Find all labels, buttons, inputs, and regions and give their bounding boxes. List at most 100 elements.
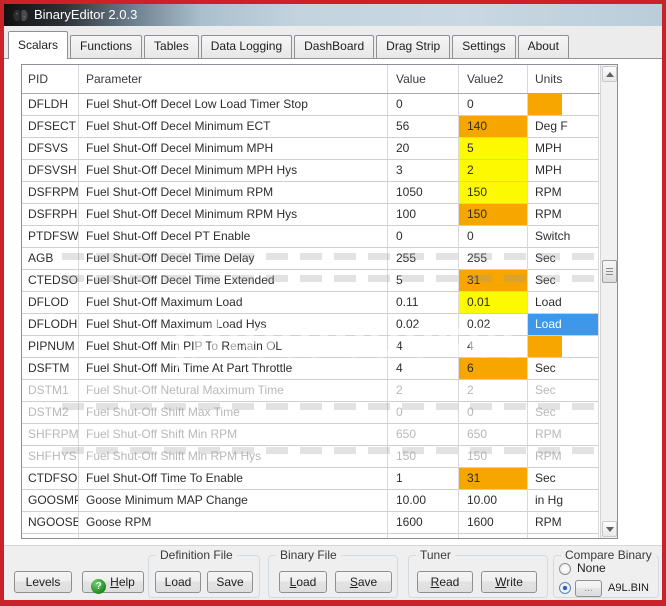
cell-value[interactable]: 42.00 — [388, 534, 459, 538]
cell-parameter[interactable]: Fuel Shut-Off Shift Max Time — [79, 402, 388, 424]
cell-parameter[interactable]: Fuel Shut-Off Decel Minimum MPH — [79, 138, 388, 160]
tab-about[interactable]: About — [517, 35, 569, 58]
definition-load-button[interactable]: Load — [155, 571, 201, 593]
cell-units[interactable] — [528, 94, 599, 116]
tuner-read-button[interactable]: Read — [417, 571, 473, 593]
table-row[interactable]: DSFRPH Fuel Shut-Off Decel Minimum RPM H… — [22, 204, 617, 226]
tab-tables[interactable]: Tables — [144, 35, 199, 58]
cell-units[interactable]: Sec — [528, 270, 599, 292]
cell-value[interactable]: 4 — [388, 336, 459, 358]
cell-pid[interactable]: DSFRPM — [22, 182, 79, 204]
table-row[interactable]: DFLOD Fuel Shut-Off Maximum Load 0.11 0.… — [22, 292, 617, 314]
cell-value2[interactable]: 140 — [459, 116, 528, 138]
tab-data-logging[interactable]: Data Logging — [200, 35, 293, 58]
cell-value2[interactable]: 42.00 — [459, 534, 528, 538]
cell-units[interactable]: RPM — [528, 182, 599, 204]
table-row[interactable]: SHFHYS Fuel Shut-Off Shift Min RPM Hys 1… — [22, 446, 617, 468]
cell-parameter[interactable]: Fuel Shut-Off Maximum Load Hys — [79, 314, 388, 336]
cell-value2[interactable]: 0 — [459, 94, 528, 116]
cell-units[interactable]: in Hg — [528, 490, 599, 512]
table-row[interactable]: CTDFSO Fuel Shut-Off Time To Enable 1 31… — [22, 468, 617, 490]
cell-pid[interactable]: DFLDH — [22, 94, 79, 116]
cell-parameter[interactable]: Fuel Shut-Off Decel Low Load Timer Stop — [79, 94, 388, 116]
tab-functions[interactable]: Functions — [70, 35, 143, 58]
cell-units[interactable]: Sec — [528, 468, 599, 490]
cell-units[interactable]: RPM — [528, 512, 599, 534]
table-row[interactable]: DFLDH Fuel Shut-Off Decel Low Load Timer… — [22, 94, 617, 116]
cell-value[interactable]: 100 — [388, 204, 459, 226]
header-value2[interactable]: Value2 — [459, 65, 528, 93]
cell-value[interactable]: 56 — [388, 116, 459, 138]
cell-value2[interactable]: 5 — [459, 138, 528, 160]
vertical-scrollbar[interactable] — [600, 65, 617, 538]
cell-pid[interactable]: DFSVS — [22, 138, 79, 160]
cell-value[interactable]: 650 — [388, 424, 459, 446]
table-row[interactable]: DSTM2 Fuel Shut-Off Shift Max Time 0 0 S… — [22, 402, 617, 424]
cell-value2[interactable]: 31 — [459, 270, 528, 292]
header-value[interactable]: Value — [388, 65, 459, 93]
table-row[interactable]: GOOSMP Goose Minimum MAP Change 10.00 10… — [22, 490, 617, 512]
cell-value2[interactable]: 150 — [459, 446, 528, 468]
title-bar[interactable]: BinaryEditor 2.0.3 — [4, 4, 662, 26]
cell-pid[interactable]: NGOOSE — [22, 512, 79, 534]
header-pid[interactable]: PID — [22, 65, 79, 93]
header-units[interactable]: Units — [528, 65, 599, 93]
cell-value2[interactable]: 6 — [459, 358, 528, 380]
cell-parameter[interactable]: Goose RPM — [79, 512, 388, 534]
cell-units[interactable]: Switch — [528, 226, 599, 248]
cell-pid[interactable]: DSFTM — [22, 358, 79, 380]
cell-pid[interactable]: DSTM1 — [22, 380, 79, 402]
cell-value2[interactable]: 0.02 — [459, 314, 528, 336]
cell-units[interactable]: MPH — [528, 138, 599, 160]
cell-value[interactable]: 150 — [388, 446, 459, 468]
cell-units[interactable]: MPH — [528, 160, 599, 182]
cell-pid[interactable]: PIPNUM — [22, 336, 79, 358]
cell-value[interactable]: 1 — [388, 468, 459, 490]
cell-value2[interactable]: 255 — [459, 248, 528, 270]
cell-pid[interactable]: DSFRPH — [22, 204, 79, 226]
cell-value2[interactable]: 0.01 — [459, 292, 528, 314]
cell-value[interactable]: 1600 — [388, 512, 459, 534]
cell-units[interactable] — [528, 336, 599, 358]
table-row[interactable]: NGOOSE Goose RPM 1600 1600 RPM — [22, 512, 617, 534]
scroll-up-button[interactable] — [602, 66, 617, 82]
cell-parameter[interactable]: Fuel Shut-Off Shift Min RPM — [79, 424, 388, 446]
tab-drag-strip[interactable]: Drag Strip — [376, 35, 451, 58]
cell-parameter[interactable]: Fuel Shut-Off Time To Enable — [79, 468, 388, 490]
scroll-down-button[interactable] — [602, 521, 617, 537]
cell-pid[interactable]: GOOSMP — [22, 490, 79, 512]
cell-parameter[interactable]: Fuel Shut-Off Decel Minimum ECT — [79, 116, 388, 138]
help-button[interactable]: ? Help — [82, 571, 144, 594]
cell-parameter[interactable]: Fuel Shut-Off Min Time At Part Throttle — [79, 358, 388, 380]
cell-units[interactable]: RPM — [528, 446, 599, 468]
cell-value[interactable]: 3 — [388, 160, 459, 182]
cell-pid[interactable]: DFLODH — [22, 314, 79, 336]
cell-pid[interactable]: DFLOD — [22, 292, 79, 314]
cell-value[interactable]: 0 — [388, 402, 459, 424]
cell-value2[interactable]: 2 — [459, 380, 528, 402]
cell-value[interactable]: 0 — [388, 94, 459, 116]
table-row[interactable]: DSTM1 Fuel Shut-Off Netural Maximum Time… — [22, 380, 617, 402]
cell-units[interactable]: Load — [528, 314, 599, 336]
cell-value[interactable]: 1050 — [388, 182, 459, 204]
definition-save-button[interactable]: Save — [207, 571, 253, 593]
cell-parameter[interactable]: Fuel Shut-Off Shift Min RPM Hys — [79, 446, 388, 468]
cell-parameter[interactable]: Fuel Shut-Off Decel Minimum MPH Hys — [79, 160, 388, 182]
tab-dashboard[interactable]: DashBoard — [294, 35, 375, 58]
cell-value2[interactable]: 0 — [459, 226, 528, 248]
cell-value2[interactable]: 31 — [459, 468, 528, 490]
cell-value2[interactable]: 150 — [459, 182, 528, 204]
cell-value2[interactable]: 0 — [459, 402, 528, 424]
cell-value2[interactable]: 150 — [459, 204, 528, 226]
table-row[interactable]: AGB Fuel Shut-Off Decel Time Delay 255 2… — [22, 248, 617, 270]
table-row[interactable]: DFSVSH Fuel Shut-Off Decel Minimum MPH H… — [22, 160, 617, 182]
cell-value[interactable]: 10.00 — [388, 490, 459, 512]
cell-units[interactable]: degrees — [528, 534, 599, 538]
table-row[interactable]: DFLODH Fuel Shut-Off Maximum Load Hys 0.… — [22, 314, 617, 336]
cell-units[interactable]: Load — [528, 292, 599, 314]
tab-scalars[interactable]: Scalars — [8, 31, 69, 59]
cell-units[interactable]: RPM — [528, 424, 599, 446]
cell-parameter[interactable]: Fuel Shut-Off Decel Minimum RPM Hys — [79, 204, 388, 226]
cell-parameter[interactable]: Goose Spark — [79, 534, 388, 538]
cell-pid[interactable]: GOOSPK — [22, 534, 79, 538]
